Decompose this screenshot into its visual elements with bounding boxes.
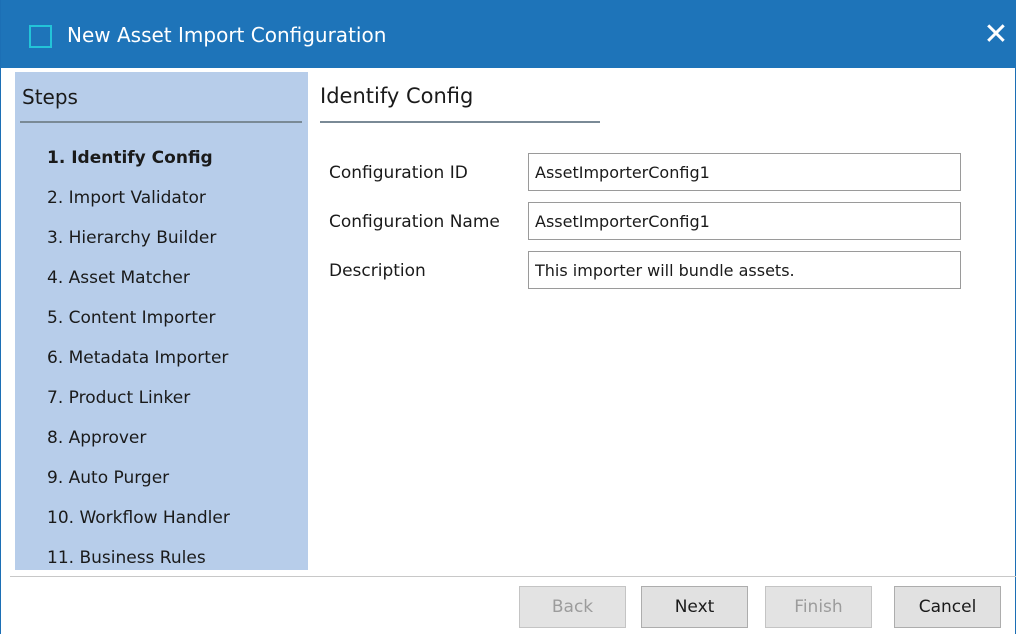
cancel-button[interactable]: Cancel (894, 586, 1001, 628)
title-bar: New Asset Import Configuration ✕ (1, 0, 1016, 68)
finish-button[interactable]: Finish (765, 586, 872, 628)
step-identify-config[interactable]: 1. Identify Config (47, 142, 230, 182)
content-divider (320, 121, 600, 123)
close-button[interactable]: ✕ (975, 14, 1016, 56)
configuration-id-input[interactable] (528, 153, 961, 191)
step-auto-purger[interactable]: 9. Auto Purger (47, 462, 230, 502)
configuration-id-label: Configuration ID (329, 163, 468, 183)
steps-header: Steps (22, 85, 78, 109)
window-title: New Asset Import Configuration (67, 23, 387, 47)
steps-list: 1. Identify Config 2. Import Validator 3… (47, 142, 230, 582)
step-hierarchy-builder[interactable]: 3. Hierarchy Builder (47, 222, 230, 262)
description-input[interactable] (528, 251, 961, 289)
next-button[interactable]: Next (641, 586, 748, 628)
steps-panel: Steps 1. Identify Config 2. Import Valid… (15, 72, 308, 570)
step-import-validator[interactable]: 2. Import Validator (47, 182, 230, 222)
step-approver[interactable]: 8. Approver (47, 422, 230, 462)
configuration-name-label: Configuration Name (329, 212, 500, 232)
content-header: Identify Config (320, 84, 474, 108)
steps-divider (20, 121, 302, 123)
configuration-name-input[interactable] (528, 202, 961, 240)
description-label: Description (329, 261, 426, 281)
window-icon (29, 25, 52, 48)
step-asset-matcher[interactable]: 4. Asset Matcher (47, 262, 230, 302)
step-content-importer[interactable]: 5. Content Importer (47, 302, 230, 342)
dialog-window: New Asset Import Configuration ✕ Steps 1… (0, 0, 1016, 634)
footer-divider (10, 576, 1016, 577)
back-button[interactable]: Back (519, 586, 626, 628)
step-metadata-importer[interactable]: 6. Metadata Importer (47, 342, 230, 382)
step-workflow-handler[interactable]: 10. Workflow Handler (47, 502, 230, 542)
step-product-linker[interactable]: 7. Product Linker (47, 382, 230, 422)
